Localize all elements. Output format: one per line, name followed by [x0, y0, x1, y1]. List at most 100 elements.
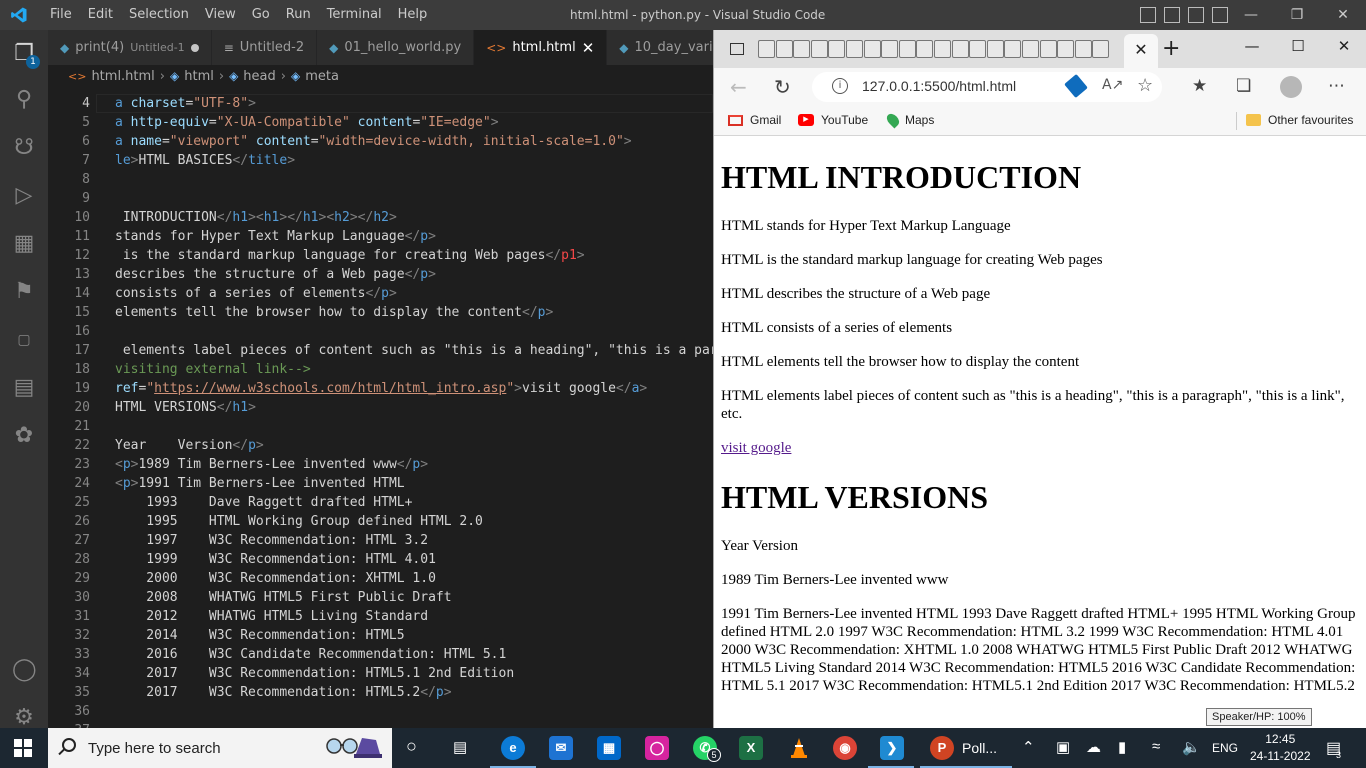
tab-day-vari[interactable]: ◆ 10_day_vari [607, 30, 713, 65]
code-line[interactable]: 6 a name="viewport" content="width=device… [48, 132, 713, 151]
bookmark-youtube[interactable]: ▶ YouTube [798, 113, 868, 127]
code-line[interactable]: 13 describes the structure of a Web page<… [48, 265, 713, 284]
address-bar[interactable]: i 127.0.0.1:5500/html.html A↗ ☆ [812, 72, 1162, 102]
code-line[interactable]: 10 INTRODUCTION</h1><h1></h1><h2></h2> [48, 208, 713, 227]
back-arrow-icon[interactable]: ← [730, 75, 747, 99]
code-line[interactable]: 8 [48, 170, 713, 189]
collapsed-tab[interactable] [810, 40, 828, 58]
wifi-icon[interactable]: ≈ [1152, 738, 1160, 755]
code-line[interactable]: 14 consists of a series of elements</p> [48, 284, 713, 303]
tab-actions-icon[interactable] [730, 43, 744, 55]
close-icon[interactable]: ✕ [1320, 0, 1366, 30]
restore-icon[interactable]: ❐ [1274, 0, 1320, 30]
code-line[interactable]: 28 1999 W3C Recommendation: HTML 4.01 [48, 550, 713, 569]
other-favourites[interactable]: Other favourites [1246, 113, 1353, 127]
notebook-icon[interactable]: ▤ [12, 376, 36, 400]
collapsed-tab[interactable] [881, 40, 899, 58]
favorites-icon[interactable]: ★ [1192, 76, 1207, 96]
collapsed-tab[interactable] [933, 40, 951, 58]
bookmark-gmail[interactable]: Gmail [728, 113, 781, 127]
code-line[interactable]: 30 2008 WHATWG HTML5 First Public Draft [48, 588, 713, 607]
close-icon[interactable]: ✕ [1321, 30, 1366, 64]
read-aloud-icon[interactable]: A↗ [1102, 77, 1123, 93]
close-tab-icon[interactable]: ✕ [1134, 40, 1147, 59]
menu-run[interactable]: Run [278, 0, 319, 30]
collapsed-tab[interactable] [916, 40, 934, 58]
clock[interactable]: 12:45 24-11-2022 [1250, 731, 1311, 765]
source-control-icon[interactable]: ☋ [12, 136, 36, 160]
menu-file[interactable]: File [42, 0, 80, 30]
collapsed-tab[interactable] [1092, 40, 1110, 58]
code-line[interactable]: 12 is the standard markup language for c… [48, 246, 713, 265]
visit-google-link[interactable]: visit google [721, 440, 791, 456]
profile-avatar[interactable] [1280, 76, 1302, 98]
remote-explorer-icon[interactable]: ▢ [12, 328, 36, 352]
breadcrumb-html[interactable]: html [184, 69, 214, 84]
code-line[interactable]: 29 2000 W3C Recommendation: XHTML 1.0 [48, 569, 713, 588]
code-line[interactable]: 31 2012 WHATWG HTML5 Living Standard [48, 607, 713, 626]
language-indicator[interactable]: ENG [1212, 741, 1238, 755]
powerpoint-taskbar-icon[interactable]: P [930, 736, 954, 760]
refresh-icon[interactable]: ↻ [774, 75, 791, 99]
edge-taskbar-icon[interactable]: e [501, 736, 525, 760]
tab-close-icon[interactable]: ✕ [582, 39, 595, 57]
code-line[interactable]: 11 stands for Hyper Text Markup Language<… [48, 227, 713, 246]
customize-layout-icon[interactable] [1212, 7, 1228, 23]
python-icon[interactable]: ✿ [12, 424, 36, 448]
code-line[interactable]: 22 Year Version</p> [48, 436, 713, 455]
tab-hello-world[interactable]: ◆ 01_hello_world.py [317, 30, 475, 65]
excel-taskbar-icon[interactable]: X [739, 736, 763, 760]
code-line[interactable]: 21 [48, 417, 713, 436]
collapsed-tab[interactable] [775, 40, 793, 58]
breadcrumb-file[interactable]: html.html [91, 69, 154, 84]
tab-untitled-1[interactable]: ◆ print(4) Untitled-1 [48, 30, 212, 65]
collapsed-tab[interactable] [845, 40, 863, 58]
toggle-sidebar-icon[interactable] [1140, 7, 1156, 23]
code-line[interactable]: 32 2014 W3C Recommendation: HTML5 [48, 626, 713, 645]
code-line[interactable]: 9 [48, 189, 713, 208]
store-taskbar-icon[interactable]: ▦ [597, 736, 621, 760]
task-view-icon[interactable]: ▤ [453, 738, 467, 756]
menu-view[interactable]: View [197, 0, 244, 30]
code-line[interactable]: 23 <p>1989 Tim Berners-Lee invented www</… [48, 455, 713, 474]
testing-icon[interactable]: ⚑ [12, 280, 36, 304]
collections-icon[interactable]: ❏ [1236, 76, 1251, 96]
collapsed-tab[interactable] [1074, 40, 1092, 58]
search-icon[interactable]: ⚲ [12, 88, 36, 112]
code-line[interactable]: 4 a charset="UTF-8"> [48, 94, 713, 113]
extensions-icon[interactable]: ▦ [12, 232, 36, 256]
collapsed-tab[interactable] [1057, 40, 1075, 58]
code-line[interactable]: 18 visiting external link--> [48, 360, 713, 379]
tab-untitled-2[interactable]: ≡ Untitled-2 [211, 30, 318, 65]
run-debug-icon[interactable]: ▷ [12, 184, 36, 208]
code-line[interactable]: 5 a http-equiv="X-UA-Compatible" content=… [48, 113, 713, 132]
powerpoint-window-label[interactable]: Poll... [962, 740, 997, 756]
code-line[interactable]: 17 elements label pieces of content such… [48, 341, 713, 360]
active-browser-tab[interactable]: ✕ [1124, 34, 1158, 68]
code-line[interactable]: 26 1995 HTML Working Group defined HTML … [48, 512, 713, 531]
account-icon[interactable]: ◯ [12, 658, 37, 682]
url-text[interactable]: 127.0.0.1:5500/html.html [862, 78, 1016, 94]
code-line[interactable]: 16 [48, 322, 713, 341]
code-line[interactable]: 27 1997 W3C Recommendation: HTML 3.2 [48, 531, 713, 550]
collapsed-tab[interactable] [951, 40, 969, 58]
code-line[interactable]: 36 [48, 702, 713, 721]
vscode-taskbar-icon[interactable]: ❯ [880, 736, 904, 760]
menu-go[interactable]: Go [244, 0, 278, 30]
collapsed-tab[interactable] [758, 40, 775, 58]
cortana-icon[interactable]: ○ [406, 736, 417, 757]
menu-edit[interactable]: Edit [80, 0, 121, 30]
code-line[interactable]: 15 elements tell the browser how to displ… [48, 303, 713, 322]
taskbar-search-box[interactable]: Type here to search [48, 728, 392, 768]
onedrive-cloud-icon[interactable]: ☁ [1086, 738, 1101, 756]
code-line[interactable]: 20 HTML VERSIONS</h1> [48, 398, 713, 417]
battery-icon[interactable]: ▮ [1118, 738, 1126, 756]
code-line[interactable]: 37 [48, 721, 713, 728]
minimize-icon[interactable]: — [1229, 30, 1275, 64]
settings-gear-icon[interactable]: ⚙ [12, 706, 36, 730]
coupon-tag-icon[interactable] [1064, 73, 1088, 99]
collapsed-tab[interactable] [828, 40, 846, 58]
windows-start-icon[interactable] [14, 739, 32, 757]
code-line[interactable]: 34 2017 W3C Recommendation: HTML5.1 2nd … [48, 664, 713, 683]
code-line[interactable]: 24 <p>1991 Tim Berners-Lee invented HTML [48, 474, 713, 493]
